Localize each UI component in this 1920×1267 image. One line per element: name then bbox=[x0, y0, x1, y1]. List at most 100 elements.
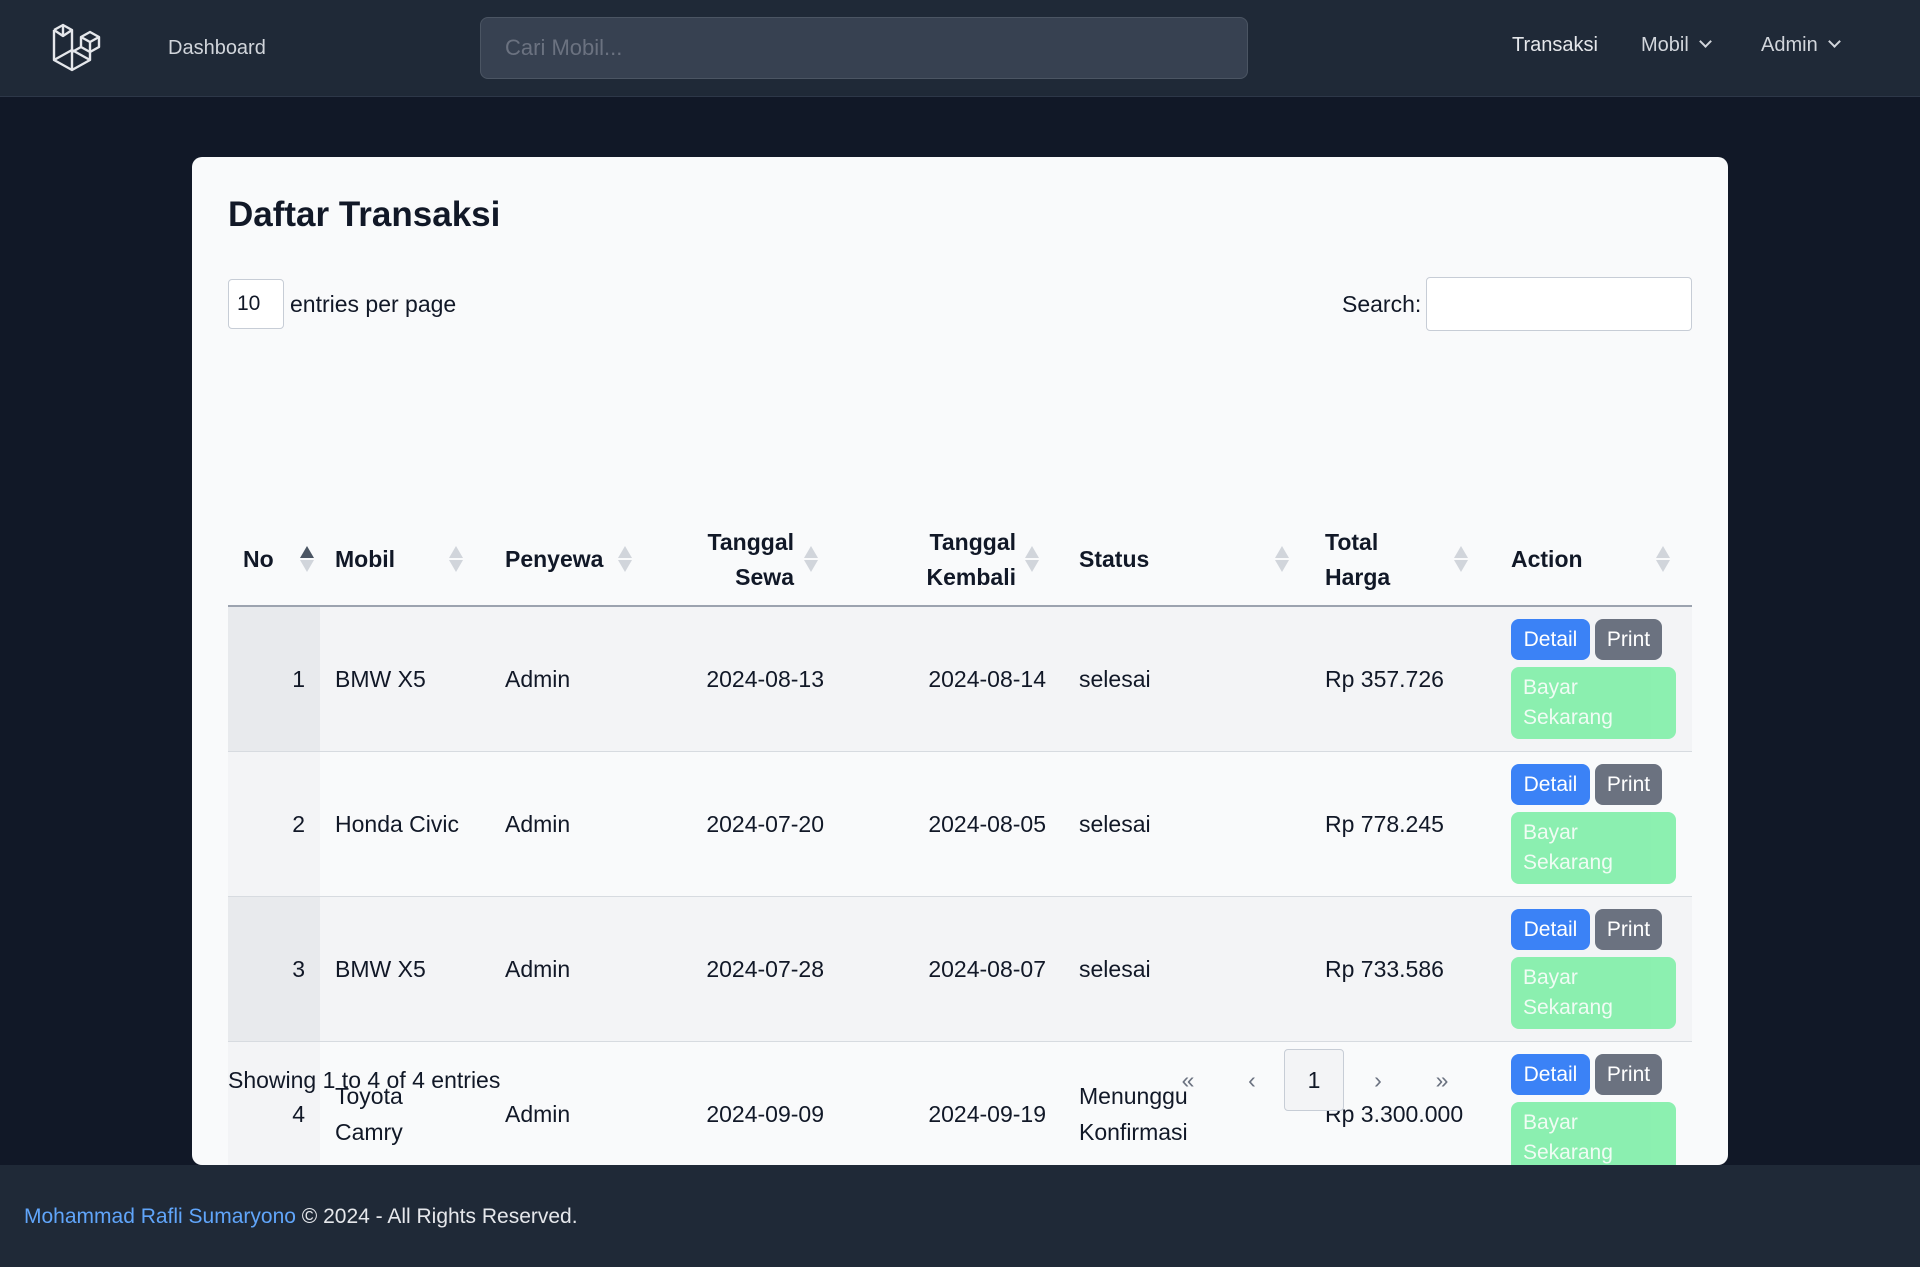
sort-icon bbox=[804, 544, 818, 574]
cell-status: selesai bbox=[1079, 661, 1279, 697]
nav-dashboard-link[interactable]: Dashboard bbox=[168, 37, 266, 60]
last-page-button[interactable]: » bbox=[1412, 1049, 1472, 1111]
cell-tanggal-sewa: 2024-07-28 bbox=[706, 956, 824, 982]
cell-mobil-line: BMW X5 bbox=[335, 956, 426, 982]
col-action-label: Action bbox=[1511, 546, 1583, 572]
print-button[interactable]: Print bbox=[1595, 619, 1662, 660]
col-tanggal-sewa-label: Tanggal Sewa bbox=[708, 525, 794, 595]
cell-penyewa: Admin bbox=[505, 1101, 571, 1127]
page-title: Daftar Transaksi bbox=[228, 195, 501, 234]
bayar-label-line: Sekarang bbox=[1523, 1141, 1613, 1164]
cell-tanggal-kembali: 2024-09-19 bbox=[928, 1101, 1046, 1127]
cell-status: selesai bbox=[1079, 951, 1279, 987]
col-penyewa-label: Penyewa bbox=[505, 546, 604, 572]
cell-status: selesai bbox=[1079, 806, 1279, 842]
entries-label: entries per page bbox=[290, 291, 457, 317]
col-tanggal-kembali-label: Tanggal Kembali bbox=[927, 525, 1016, 595]
entries-select[interactable]: 10 bbox=[228, 279, 284, 329]
detail-button[interactable]: Detail bbox=[1511, 909, 1590, 950]
cell-status-line: selesai bbox=[1079, 956, 1151, 982]
header-line: Kembali bbox=[926, 563, 1016, 590]
cell-tanggal-sewa: 2024-08-13 bbox=[706, 666, 824, 692]
transactions-card: Daftar Transaksi 10 entries per page Sea… bbox=[192, 157, 1728, 1187]
bayar-label: Bayar Sekarang bbox=[1523, 818, 1613, 878]
bayar-sekarang-button[interactable]: Bayar Sekarang bbox=[1511, 667, 1676, 739]
col-total-harga-label: Total Harga bbox=[1325, 525, 1390, 595]
table-row: 1 BMW X5 Admin 2024-08-13 2024-08-14 selesai R… bbox=[228, 607, 1692, 752]
header-line: Sewa bbox=[735, 563, 794, 590]
table-row: 3 BMW X5 Admin 2024-07-28 2024-08-07 selesai R… bbox=[228, 897, 1692, 1042]
cell-mobil: BMW X5 bbox=[335, 661, 485, 697]
header-line: Tanggal bbox=[929, 528, 1016, 555]
cell-tanggal-kembali: 2024-08-14 bbox=[928, 666, 1046, 692]
sort-asc-icon bbox=[300, 544, 314, 574]
cell-mobil-line: Honda Civic bbox=[335, 811, 459, 837]
laravel-logo-icon[interactable] bbox=[50, 22, 102, 74]
prev-page-button[interactable]: ‹ bbox=[1222, 1049, 1282, 1111]
sort-icon bbox=[618, 544, 632, 574]
col-tanggal-kembali[interactable]: Tanggal Kembali bbox=[894, 512, 1046, 607]
col-penyewa[interactable]: Penyewa bbox=[505, 512, 645, 607]
nav-mobil-dropdown[interactable]: Mobil bbox=[1641, 34, 1712, 57]
table-header: No Mobil Penyewa Tanggal Sewa Tanggal Kemb… bbox=[228, 512, 1692, 607]
bayar-label-line: Bayar bbox=[1523, 966, 1578, 989]
bayar-label-line: Sekarang bbox=[1523, 851, 1613, 874]
header-line: Tanggal bbox=[707, 528, 794, 555]
col-action[interactable]: Action bbox=[1511, 512, 1681, 607]
bayar-label: Bayar Sekarang bbox=[1523, 673, 1613, 733]
cell-penyewa: Admin bbox=[505, 956, 571, 982]
bayar-label-line: Sekarang bbox=[1523, 996, 1613, 1019]
detail-button[interactable]: Detail bbox=[1511, 1054, 1590, 1095]
car-search-input[interactable] bbox=[480, 17, 1248, 79]
col-mobil-label: Mobil bbox=[335, 546, 396, 572]
cell-status-line: selesai bbox=[1079, 666, 1151, 692]
print-button[interactable]: Print bbox=[1595, 764, 1662, 805]
nav-admin-dropdown[interactable]: Admin bbox=[1761, 34, 1841, 57]
header-line: Total bbox=[1325, 528, 1379, 555]
detail-button[interactable]: Detail bbox=[1511, 619, 1590, 660]
cell-tanggal-kembali: 2024-08-05 bbox=[928, 811, 1046, 837]
nav-admin-label: Admin bbox=[1761, 34, 1818, 56]
bayar-sekarang-button[interactable]: Bayar Sekarang bbox=[1511, 1102, 1676, 1174]
col-status[interactable]: Status bbox=[1079, 512, 1309, 607]
footer-text: Mohammad Rafli Sumaryono © 2024 - All Ri… bbox=[24, 1205, 578, 1229]
copyright-text: © 2024 - All Rights Reserved. bbox=[301, 1205, 578, 1228]
table-search-input[interactable] bbox=[1426, 277, 1692, 331]
header-line: Harga bbox=[1325, 563, 1391, 590]
cell-penyewa: Admin bbox=[505, 811, 571, 837]
chevron-down-icon bbox=[1698, 35, 1712, 48]
col-no[interactable]: No bbox=[243, 512, 314, 607]
nav-transaksi-link[interactable]: Transaksi bbox=[1512, 34, 1598, 57]
next-page-button[interactable]: › bbox=[1348, 1049, 1408, 1111]
col-total-harga[interactable]: Total Harga bbox=[1325, 512, 1475, 607]
cell-no: 1 bbox=[292, 666, 305, 692]
col-tanggal-sewa[interactable]: Tanggal Sewa bbox=[674, 512, 824, 607]
cell-total-harga: Rp 733.586 bbox=[1325, 956, 1444, 982]
detail-button[interactable]: Detail bbox=[1511, 764, 1590, 805]
cell-no: 4 bbox=[292, 1101, 305, 1127]
cell-no: 2 bbox=[292, 811, 305, 837]
col-no-label: No bbox=[243, 546, 274, 572]
col-mobil[interactable]: Mobil bbox=[335, 512, 475, 607]
col-status-label: Status bbox=[1079, 546, 1150, 572]
cell-mobil: Honda Civic bbox=[335, 806, 485, 842]
first-page-button[interactable]: « bbox=[1158, 1049, 1218, 1111]
bayar-sekarang-button[interactable]: Bayar Sekarang bbox=[1511, 957, 1676, 1029]
bayar-label-line: Bayar bbox=[1523, 1111, 1578, 1134]
cell-no: 3 bbox=[292, 956, 305, 982]
author-link[interactable]: Mohammad Rafli Sumaryono bbox=[24, 1205, 296, 1228]
cell-mobil-line: BMW X5 bbox=[335, 666, 426, 692]
cell-tanggal-sewa: 2024-09-09 bbox=[706, 1101, 824, 1127]
print-button[interactable]: Print bbox=[1595, 1054, 1662, 1095]
cell-mobil-line: Camry bbox=[335, 1119, 403, 1145]
bayar-label-line: Bayar bbox=[1523, 821, 1578, 844]
bayar-label-line: Bayar bbox=[1523, 676, 1578, 699]
pagination: « ‹ 1 › » bbox=[1158, 1049, 1458, 1111]
sort-icon bbox=[449, 544, 463, 574]
cell-total-harga: Rp 778.245 bbox=[1325, 811, 1444, 837]
chevron-down-icon bbox=[1827, 35, 1841, 48]
cell-status-line: selesai bbox=[1079, 811, 1151, 837]
bayar-sekarang-button[interactable]: Bayar Sekarang bbox=[1511, 812, 1676, 884]
print-button[interactable]: Print bbox=[1595, 909, 1662, 950]
page-1-button[interactable]: 1 bbox=[1284, 1049, 1344, 1111]
